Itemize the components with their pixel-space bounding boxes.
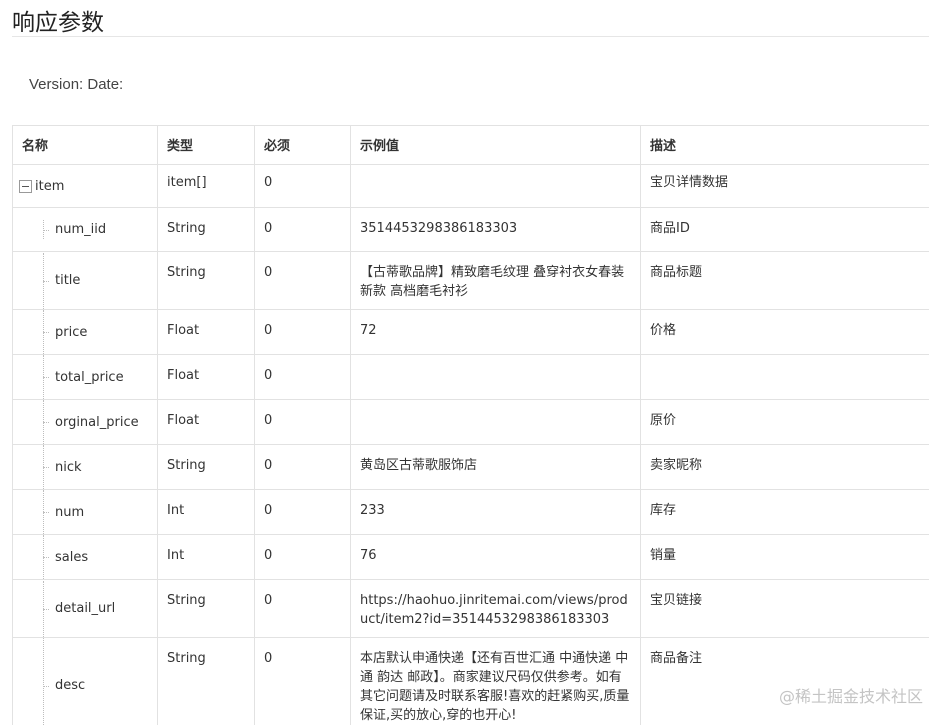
cell-example [350, 164, 641, 208]
table-row[interactable]: num_iid String 0 3514453298386183303 商品I… [12, 207, 929, 252]
cell-name: nick [12, 444, 158, 490]
tree-guide [13, 220, 49, 239]
table-row[interactable]: detail_url String 0 https://haohuo.jinri… [12, 579, 929, 638]
tree-guide [13, 355, 49, 399]
cell-type: Int [157, 534, 255, 580]
tree-guide [13, 580, 49, 637]
header-type: 类型 [157, 125, 255, 165]
cell-description: 商品标题 [640, 251, 929, 310]
table-header-row: 名称 类型 必须 示例值 描述 [12, 125, 929, 165]
tree-guide [13, 400, 49, 444]
cell-type: String [157, 207, 255, 252]
tree-guide [13, 252, 49, 309]
cell-description: 宝贝详情数据 [640, 164, 929, 208]
cell-required: 0 [254, 399, 351, 445]
cell-type: String [157, 579, 255, 638]
cell-description [640, 354, 929, 400]
cell-type: String [157, 637, 255, 725]
cell-type: Float [157, 309, 255, 355]
page-title: 响应参数 [12, 10, 104, 36]
table-row[interactable]: title String 0 【古蒂歌品牌】精致磨毛纹理 叠穿衬衣女春装新款 高… [12, 251, 929, 310]
tree-guide [13, 490, 49, 534]
cell-type: Float [157, 354, 255, 400]
cell-required: 0 [254, 489, 351, 535]
cell-example: 72 [350, 309, 641, 355]
tree-guide [13, 535, 49, 579]
cell-example: 黄岛区古蒂歌服饰店 [350, 444, 641, 490]
cell-type: String [157, 251, 255, 310]
table-row[interactable]: price Float 0 72 价格 [12, 309, 929, 355]
cell-required: 0 [254, 164, 351, 208]
cell-required: 0 [254, 207, 351, 252]
param-name: num [55, 504, 85, 520]
tree-guide [13, 310, 49, 354]
response-params-table-container: 名称 类型 必须 示例值 描述 item item[] 0 宝贝详情数据 num… [12, 125, 929, 725]
table-row[interactable]: sales Int 0 76 销量 [12, 534, 929, 580]
cell-description: 销量 [640, 534, 929, 580]
param-name: item [35, 178, 65, 194]
cell-required: 0 [254, 534, 351, 580]
param-name: desc [55, 678, 86, 693]
param-name: num_iid [55, 222, 107, 237]
param-name: sales [55, 549, 89, 565]
version-date-line: Version: Date: [29, 76, 124, 93]
table-row-root[interactable]: item item[] 0 宝贝详情数据 [12, 164, 929, 208]
cell-example [350, 354, 641, 400]
header-required: 必须 [254, 125, 351, 165]
cell-example [350, 399, 641, 445]
cell-example: https://haohuo.jinritemai.com/views/prod… [350, 579, 641, 638]
param-name: price [55, 324, 88, 340]
response-params-table: 名称 类型 必须 示例值 描述 item item[] 0 宝贝详情数据 num… [12, 125, 929, 725]
cell-name: item [12, 164, 158, 208]
cell-description: 商品备注 [640, 637, 929, 725]
cell-example: 3514453298386183303 [350, 207, 641, 252]
cell-description: 商品ID [640, 207, 929, 252]
cell-type: Int [157, 489, 255, 535]
cell-name: sales [12, 534, 158, 580]
cell-example: 76 [350, 534, 641, 580]
cell-required: 0 [254, 309, 351, 355]
title-divider [12, 36, 929, 37]
cell-name: price [12, 309, 158, 355]
collapse-toggle-icon[interactable] [19, 179, 32, 193]
cell-required: 0 [254, 637, 351, 725]
cell-required: 0 [254, 354, 351, 400]
header-name: 名称 [12, 125, 158, 165]
cell-name: num_iid [12, 207, 158, 252]
cell-example: 【古蒂歌品牌】精致磨毛纹理 叠穿衬衣女春装新款 高档磨毛衬衫 [350, 251, 641, 310]
cell-required: 0 [254, 251, 351, 310]
cell-type: item[] [157, 164, 255, 208]
cell-type: Float [157, 399, 255, 445]
cell-name: orginal_price [12, 399, 158, 445]
cell-description: 原价 [640, 399, 929, 445]
cell-name: title [12, 251, 158, 310]
param-name: orginal_price [55, 414, 139, 430]
cell-required: 0 [254, 579, 351, 638]
cell-name: desc [12, 637, 158, 725]
cell-description: 价格 [640, 309, 929, 355]
cell-description: 卖家昵称 [640, 444, 929, 490]
table-row[interactable]: orginal_price Float 0 原价 [12, 399, 929, 445]
cell-name: num [12, 489, 158, 535]
header-example: 示例值 [350, 125, 641, 165]
header-description: 描述 [640, 125, 929, 165]
param-name: total_price [55, 369, 124, 385]
table-row[interactable]: nick String 0 黄岛区古蒂歌服饰店 卖家昵称 [12, 444, 929, 490]
cell-name: total_price [12, 354, 158, 400]
table-row[interactable]: total_price Float 0 [12, 354, 929, 400]
cell-name: detail_url [12, 579, 158, 638]
watermark: @稀土掘金技术社区 [778, 687, 923, 706]
cell-description: 宝贝链接 [640, 579, 929, 638]
param-name: detail_url [55, 601, 116, 616]
cell-description: 库存 [640, 489, 929, 535]
cell-type: String [157, 444, 255, 490]
table-row[interactable]: num Int 0 233 库存 [12, 489, 929, 535]
cell-required: 0 [254, 444, 351, 490]
cell-example: 233 [350, 489, 641, 535]
tree-guide [13, 445, 49, 489]
tree-guide [13, 638, 49, 725]
table-row[interactable]: desc String 0 本店默认申通快递【还有百世汇通 中通快递 中通 韵达… [12, 637, 929, 725]
cell-example: 本店默认申通快递【还有百世汇通 中通快递 中通 韵达 邮政】。商家建议尺码仅供参… [350, 637, 641, 725]
